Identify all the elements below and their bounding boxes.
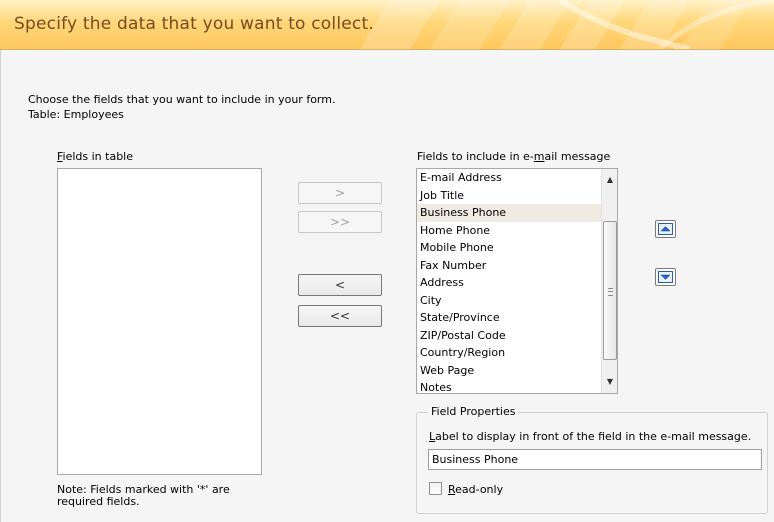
required-fields-note: Note: Fields marked with '*' are require… — [57, 483, 230, 508]
move-up-icon — [658, 223, 673, 235]
move-down-button[interactable] — [655, 268, 676, 286]
include-field-item[interactable]: State/Province — [417, 309, 617, 327]
include-field-item[interactable]: ZIP/Postal Code — [417, 327, 617, 345]
fields-in-table-label: Fields in table — [57, 150, 134, 163]
include-field-item[interactable]: City — [417, 292, 617, 310]
scroll-grip-icon — [608, 288, 613, 296]
read-only-label[interactable]: Read-only — [448, 483, 503, 496]
fields-to-include-listbox[interactable]: E-mail Address Job Title Business Phone Hom… — [416, 168, 618, 394]
scroll-up-arrow-icon[interactable]: ▲ — [604, 174, 616, 186]
scroll-thumb[interactable] — [603, 221, 617, 360]
include-field-item[interactable]: Business Phone — [417, 204, 617, 222]
scroll-down-arrow-icon[interactable]: ▼ — [604, 376, 616, 388]
wizard-title: Specify the data that you want to collec… — [14, 14, 374, 34]
include-field-item[interactable]: Web Page — [417, 362, 617, 380]
include-field-item[interactable]: Notes — [417, 379, 617, 393]
include-field-item[interactable]: Mobile Phone — [417, 239, 617, 257]
field-label-caption: Label to display in front of the field i… — [429, 430, 752, 443]
move-up-button[interactable] — [655, 220, 676, 238]
remove-field-button[interactable]: < — [298, 274, 382, 296]
move-down-icon — [658, 271, 673, 283]
include-field-item[interactable]: Home Phone — [417, 222, 617, 240]
wizard-content: Choose the fields that you want to inclu… — [0, 50, 774, 522]
include-field-item[interactable]: Address — [417, 274, 617, 292]
instruction-line: Choose the fields that you want to inclu… — [28, 93, 336, 106]
form-wizard-window: Specify the data that you want to collec… — [0, 0, 774, 522]
include-list-scrollbar[interactable]: ▲ ▼ — [601, 169, 617, 393]
fields-in-table-listbox[interactable] — [57, 168, 262, 475]
include-field-item[interactable]: Fax Number — [417, 257, 617, 275]
field-label-input[interactable] — [428, 449, 762, 470]
include-field-item[interactable]: Country/Region — [417, 344, 617, 362]
instructions: Choose the fields that you want to inclu… — [28, 92, 335, 122]
fields-to-include-items: E-mail Address Job Title Business Phone Hom… — [417, 169, 617, 393]
include-field-item[interactable]: E-mail Address — [417, 169, 617, 187]
wizard-header: Specify the data that you want to collec… — [0, 0, 774, 49]
add-field-button[interactable]: > — [298, 182, 382, 204]
add-all-fields-button[interactable]: >> — [298, 211, 382, 233]
table-name: Table: Employees — [28, 108, 124, 121]
remove-all-fields-button[interactable]: << — [298, 305, 382, 327]
fields-to-include-label: Fields to include in e-mail message — [417, 150, 611, 163]
field-properties-title: Field Properties — [428, 405, 519, 418]
include-field-item[interactable]: Job Title — [417, 187, 617, 205]
read-only-checkbox[interactable] — [429, 482, 442, 495]
